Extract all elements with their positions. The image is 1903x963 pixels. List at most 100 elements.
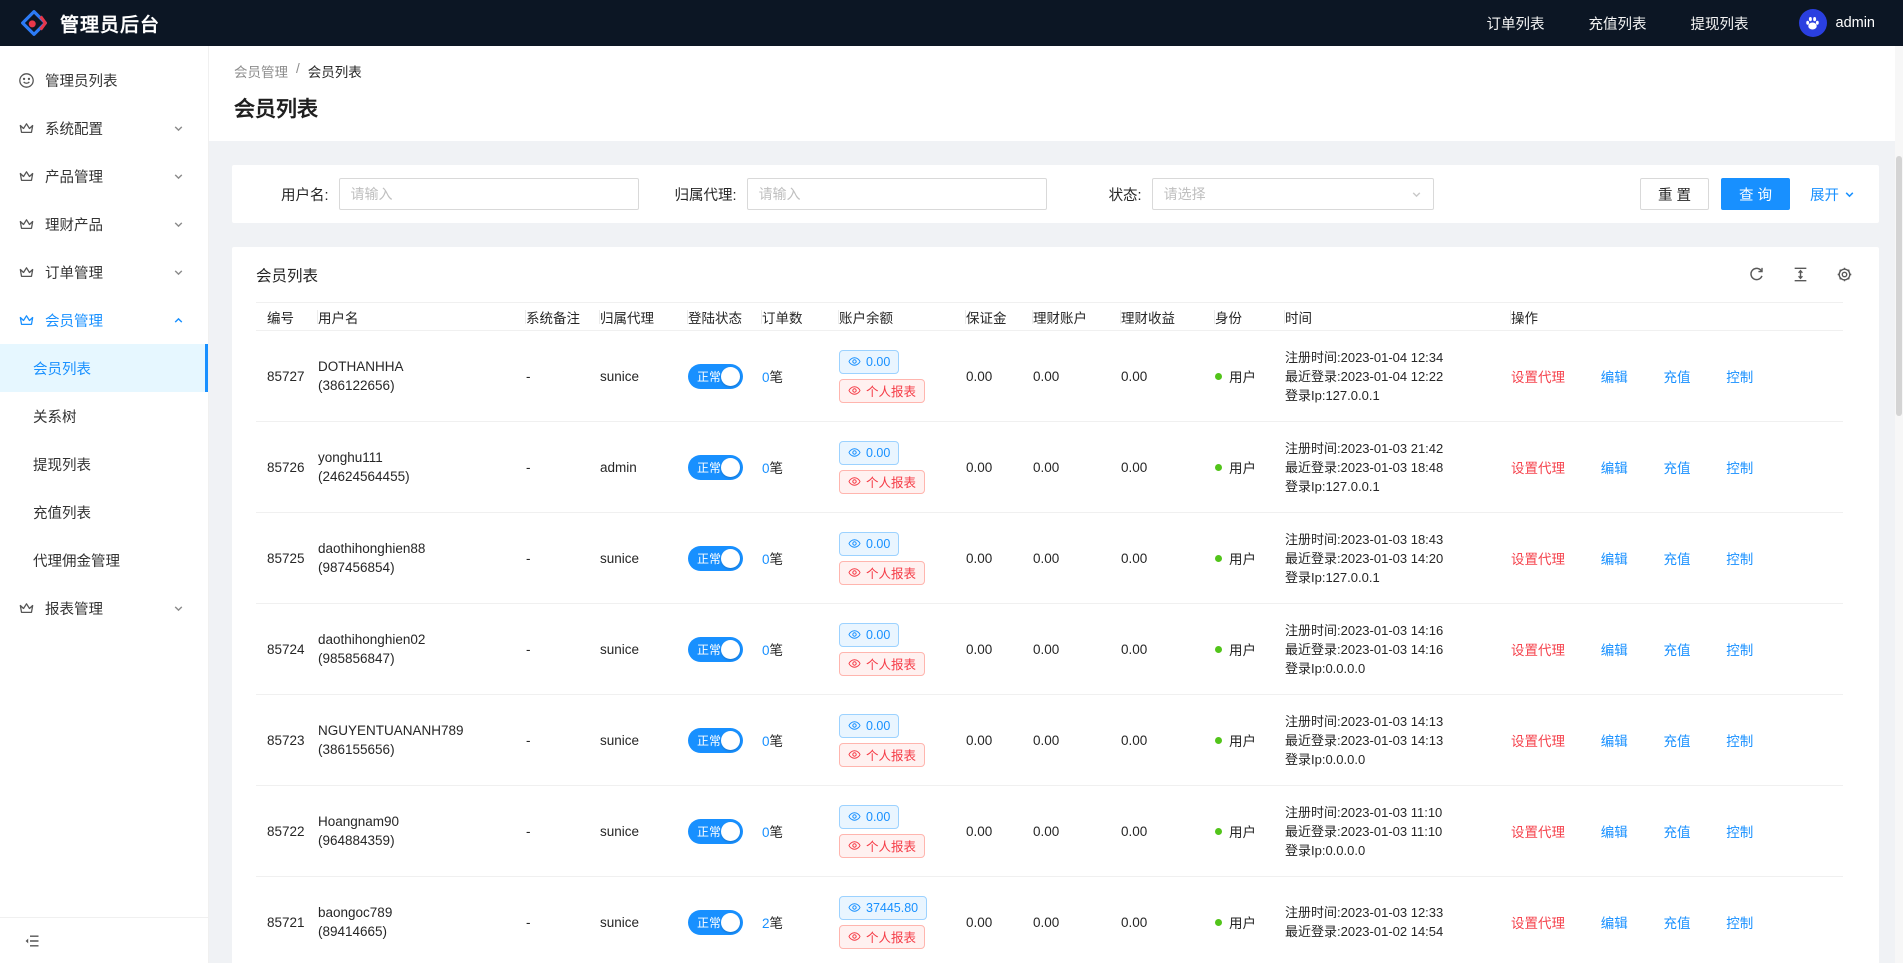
order-count-unit: 笔 bbox=[770, 461, 784, 476]
edit-link[interactable]: 编辑 bbox=[1601, 370, 1628, 385]
sidebar-item-order-mgmt[interactable]: 订单管理 bbox=[0, 248, 208, 296]
personal-report-badge[interactable]: 个人报表 bbox=[839, 561, 925, 585]
register-time: 注册时间:2023-01-04 12:34 bbox=[1285, 348, 1503, 367]
sidebar-subitem-agent-commission[interactable]: 代理佣金管理 bbox=[0, 536, 208, 584]
expand-link[interactable]: 展开 bbox=[1810, 184, 1855, 205]
balance-badge[interactable]: 37445.80 bbox=[839, 896, 927, 920]
sidebar-subitem-recharge-list[interactable]: 充值列表 bbox=[0, 488, 208, 536]
set-agent-link[interactable]: 设置代理 bbox=[1511, 461, 1565, 476]
topnav-order-list[interactable]: 订单列表 bbox=[1487, 13, 1545, 34]
system-remark: - bbox=[526, 604, 600, 695]
scrollbar-thumb[interactable] bbox=[1896, 156, 1902, 416]
login-ip: 登录Ip:127.0.0.1 bbox=[1285, 477, 1503, 496]
sidebar-item-finance-product[interactable]: 理财产品 bbox=[0, 200, 208, 248]
balance-badge[interactable]: 0.00 bbox=[839, 441, 899, 465]
sidebar-item-report-mgmt[interactable]: 报表管理 bbox=[0, 584, 208, 632]
control-link[interactable]: 控制 bbox=[1726, 916, 1753, 931]
login-ip: 登录Ip:127.0.0.1 bbox=[1285, 568, 1503, 587]
edit-link[interactable]: 编辑 bbox=[1601, 825, 1628, 840]
login-status-toggle[interactable]: 正常 bbox=[688, 455, 743, 480]
toggle-knob bbox=[721, 367, 740, 386]
breadcrumb-parent[interactable]: 会员管理 bbox=[234, 61, 288, 81]
sidebar-subitem-member-list[interactable]: 会员列表 bbox=[0, 344, 208, 392]
balance-badge[interactable]: 0.00 bbox=[839, 714, 899, 738]
sidebar-subitem-withdraw-list[interactable]: 提现列表 bbox=[0, 440, 208, 488]
agent-filter-input[interactable] bbox=[747, 178, 1047, 210]
edit-link[interactable]: 编辑 bbox=[1601, 916, 1628, 931]
system-remark: - bbox=[526, 331, 600, 422]
sidebar-item-product-mgmt[interactable]: 产品管理 bbox=[0, 152, 208, 200]
personal-report-badge[interactable]: 个人报表 bbox=[839, 470, 925, 494]
login-status-toggle[interactable]: 正常 bbox=[688, 637, 743, 662]
filter-username-group: 用户名: bbox=[281, 178, 639, 210]
eye-icon bbox=[848, 566, 861, 579]
control-link[interactable]: 控制 bbox=[1726, 461, 1753, 476]
login-status-toggle[interactable]: 正常 bbox=[688, 546, 743, 571]
control-link[interactable]: 控制 bbox=[1726, 825, 1753, 840]
personal-report-badge[interactable]: 个人报表 bbox=[839, 379, 925, 403]
personal-report-badge[interactable]: 个人报表 bbox=[839, 743, 925, 767]
set-agent-link[interactable]: 设置代理 bbox=[1511, 916, 1565, 931]
refresh-icon[interactable] bbox=[1748, 266, 1765, 283]
recharge-link[interactable]: 充值 bbox=[1664, 370, 1691, 385]
balance-badge[interactable]: 0.00 bbox=[839, 805, 899, 829]
member-username: Hoangnam90 bbox=[318, 812, 518, 831]
crown-icon bbox=[18, 264, 35, 281]
set-agent-link[interactable]: 设置代理 bbox=[1511, 734, 1565, 749]
set-agent-link[interactable]: 设置代理 bbox=[1511, 370, 1565, 385]
expand-label: 展开 bbox=[1810, 184, 1839, 205]
control-link[interactable]: 控制 bbox=[1726, 370, 1753, 385]
last-login-time: 最近登录:2023-01-03 18:48 bbox=[1285, 458, 1503, 477]
topnav-recharge-list[interactable]: 充值列表 bbox=[1589, 13, 1647, 34]
col-balance: 账户余额 bbox=[839, 303, 966, 331]
sidebar-item-label: 会员管理 bbox=[45, 310, 103, 331]
reset-button[interactable]: 重 置 bbox=[1640, 178, 1709, 210]
table-row: 85722 Hoangnam90 (964884359) - sunice 正常… bbox=[256, 786, 1843, 877]
member-agent: admin bbox=[600, 422, 688, 513]
recharge-link[interactable]: 充值 bbox=[1664, 552, 1691, 567]
control-link[interactable]: 控制 bbox=[1726, 734, 1753, 749]
personal-report-badge[interactable]: 个人报表 bbox=[839, 925, 925, 949]
topnav-withdraw-list[interactable]: 提现列表 bbox=[1691, 13, 1749, 34]
control-link[interactable]: 控制 bbox=[1726, 552, 1753, 567]
recharge-link[interactable]: 充值 bbox=[1664, 916, 1691, 931]
edit-link[interactable]: 编辑 bbox=[1601, 552, 1628, 567]
window-scrollbar[interactable] bbox=[1895, 46, 1903, 963]
sidebar-item-admin-list[interactable]: 管理员列表 bbox=[0, 56, 208, 104]
column-height-icon[interactable] bbox=[1792, 266, 1809, 283]
search-button[interactable]: 查 询 bbox=[1721, 178, 1790, 210]
sidebar-item-label: 管理员列表 bbox=[45, 70, 118, 91]
balance-badge[interactable]: 0.00 bbox=[839, 623, 899, 647]
edit-link[interactable]: 编辑 bbox=[1601, 461, 1628, 476]
crown-icon bbox=[18, 168, 35, 185]
personal-report-badge[interactable]: 个人报表 bbox=[839, 652, 925, 676]
edit-link[interactable]: 编辑 bbox=[1601, 643, 1628, 658]
sidebar-collapse-button[interactable] bbox=[0, 917, 208, 963]
set-agent-link[interactable]: 设置代理 bbox=[1511, 552, 1565, 567]
recharge-link[interactable]: 充值 bbox=[1664, 734, 1691, 749]
login-status-toggle[interactable]: 正常 bbox=[688, 819, 743, 844]
recharge-link[interactable]: 充值 bbox=[1664, 643, 1691, 658]
page-title: 会员列表 bbox=[234, 93, 1877, 123]
sidebar-item-system-config[interactable]: 系统配置 bbox=[0, 104, 208, 152]
status-filter-select[interactable]: 请选择 bbox=[1152, 178, 1434, 210]
personal-report-badge[interactable]: 个人报表 bbox=[839, 834, 925, 858]
login-status-toggle[interactable]: 正常 bbox=[688, 910, 743, 935]
control-link[interactable]: 控制 bbox=[1726, 643, 1753, 658]
settings-gear-icon[interactable] bbox=[1836, 266, 1853, 283]
user-menu[interactable]: admin bbox=[1799, 9, 1876, 37]
login-status-toggle[interactable]: 正常 bbox=[688, 364, 743, 389]
recharge-link[interactable]: 充值 bbox=[1664, 825, 1691, 840]
card-title: 会员列表 bbox=[256, 264, 318, 286]
username-filter-input[interactable] bbox=[339, 178, 639, 210]
balance-badge[interactable]: 0.00 bbox=[839, 532, 899, 556]
sidebar-item-member-mgmt[interactable]: 会员管理 bbox=[0, 296, 208, 344]
eye-icon bbox=[848, 384, 861, 397]
balance-badge[interactable]: 0.00 bbox=[839, 350, 899, 374]
edit-link[interactable]: 编辑 bbox=[1601, 734, 1628, 749]
recharge-link[interactable]: 充值 bbox=[1664, 461, 1691, 476]
set-agent-link[interactable]: 设置代理 bbox=[1511, 825, 1565, 840]
login-status-toggle[interactable]: 正常 bbox=[688, 728, 743, 753]
set-agent-link[interactable]: 设置代理 bbox=[1511, 643, 1565, 658]
sidebar-subitem-relation-tree[interactable]: 关系树 bbox=[0, 392, 208, 440]
